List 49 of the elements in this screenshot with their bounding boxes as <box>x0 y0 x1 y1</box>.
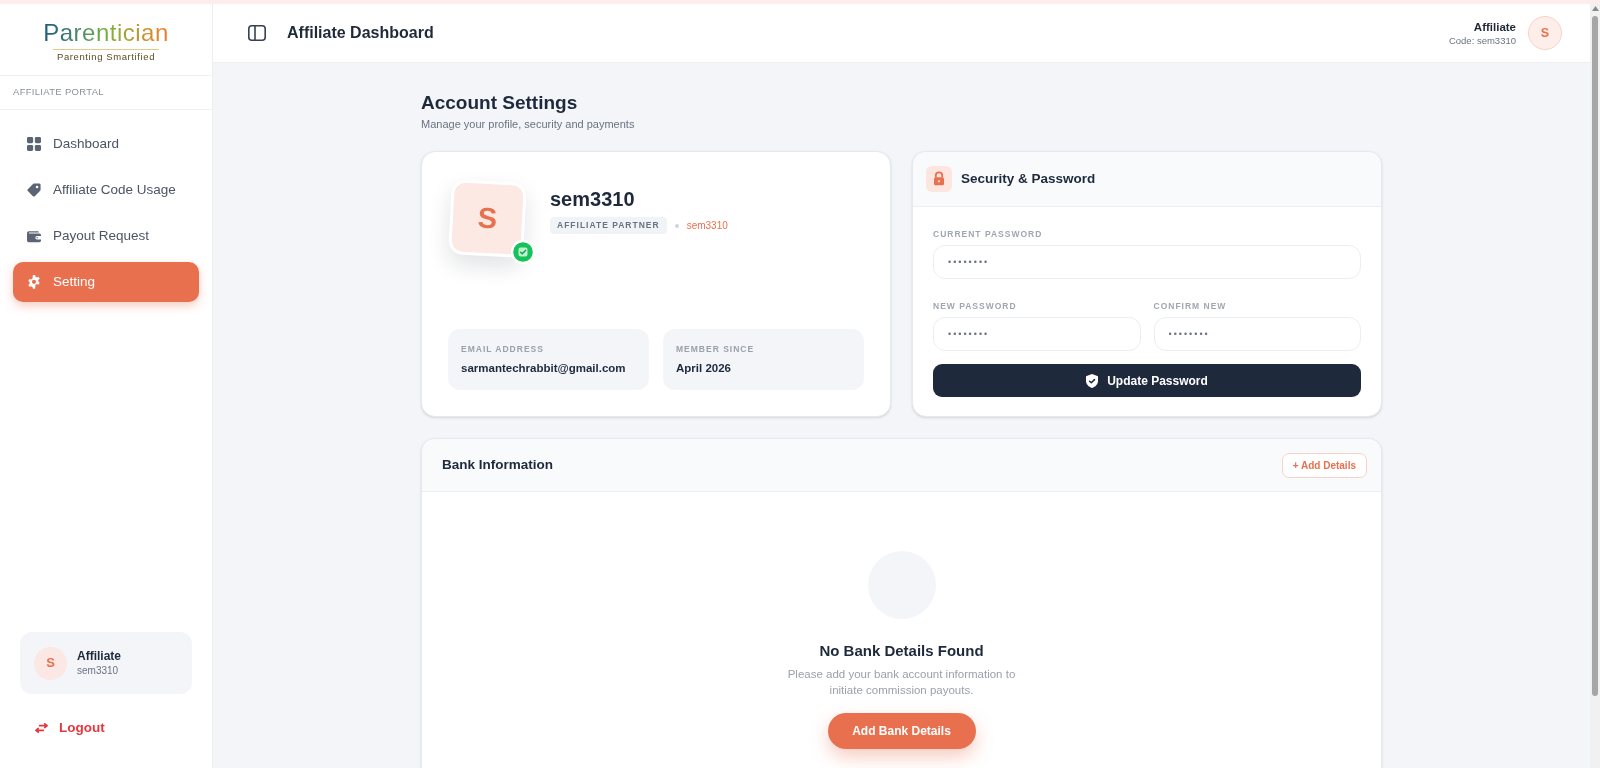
info-label: MEMBER SINCE <box>676 343 756 355</box>
sidebar-nav-item[interactable]: Dashboard <box>13 124 199 164</box>
password-field[interactable]: •••••••• <box>1153 317 1361 351</box>
page-subtitle: Manage your profile, security and payments <box>421 117 636 131</box>
info-label: EMAIL ADDRESS <box>461 343 545 355</box>
info-value: April 2026 <box>676 360 732 376</box>
empty-state-message: Please add your bank account information to initiate commission payouts. <box>786 667 1017 698</box>
header-user-role: Affiliate <box>1473 19 1516 34</box>
security-title: Security & Password <box>961 169 1096 188</box>
field-label: CONFIRM NEW <box>1153 301 1228 312</box>
add-bank-details-button[interactable]: Add Bank Details <box>827 713 976 749</box>
sidebar-nav-item[interactable]: Setting <box>13 262 199 302</box>
swap-arrows-icon <box>35 723 48 733</box>
shield-check-icon <box>1086 373 1099 388</box>
lock-icon <box>926 166 952 192</box>
wallet-icon <box>27 229 41 243</box>
user-avatar: S <box>34 646 67 680</box>
profile-avatar: S <box>448 179 527 258</box>
sidebar-toggle-icon[interactable] <box>248 25 266 41</box>
sidebar-nav-item[interactable]: Payout Request <box>13 216 199 256</box>
profile-username: sem3310 <box>550 187 636 212</box>
page-title: Account Settings <box>421 91 579 115</box>
bank-title: Bank Information <box>442 455 553 474</box>
scrollbar[interactable] <box>1590 4 1600 768</box>
info-value: sarmantechrabbit@gmail.com <box>461 360 627 376</box>
header-avatar[interactable]: S <box>1528 16 1562 50</box>
scrollbar-thumb[interactable] <box>1592 16 1598 696</box>
header-title: Affiliate Dashboard <box>287 23 434 43</box>
logo-tagline: Parenting Smartified <box>52 48 160 63</box>
tag-icon <box>27 183 41 197</box>
field-label: CURRENT PASSWORD <box>933 229 1044 240</box>
section-label: AFFILIATE PORTAL <box>13 85 104 100</box>
role-badge: AFFILIATE PARTNER <box>550 217 667 234</box>
password-field[interactable]: •••••••• <box>933 317 1141 351</box>
sidebar-nav-item[interactable]: Affiliate Code Usage <box>13 170 199 210</box>
update-password-button[interactable]: Update Password <box>933 364 1361 397</box>
user-name: Affiliate <box>77 648 121 664</box>
add-details-button[interactable]: + Add Details <box>1281 452 1367 478</box>
empty-state-title: No Bank Details Found <box>819 641 984 661</box>
profile-code: sem3310 <box>686 219 728 233</box>
password-field[interactable]: •••••••• <box>933 245 1361 279</box>
bullet-icon <box>674 223 679 228</box>
header-user-code: Code: sem3310 <box>1448 33 1516 47</box>
logout-button[interactable]: Logout <box>20 716 105 740</box>
field-label: NEW PASSWORD <box>933 301 1018 312</box>
user-code: sem3310 <box>77 663 120 678</box>
gear-icon <box>27 275 41 289</box>
scroll-up-arrow-icon[interactable] <box>1591 6 1599 11</box>
grid-icon <box>27 137 41 151</box>
